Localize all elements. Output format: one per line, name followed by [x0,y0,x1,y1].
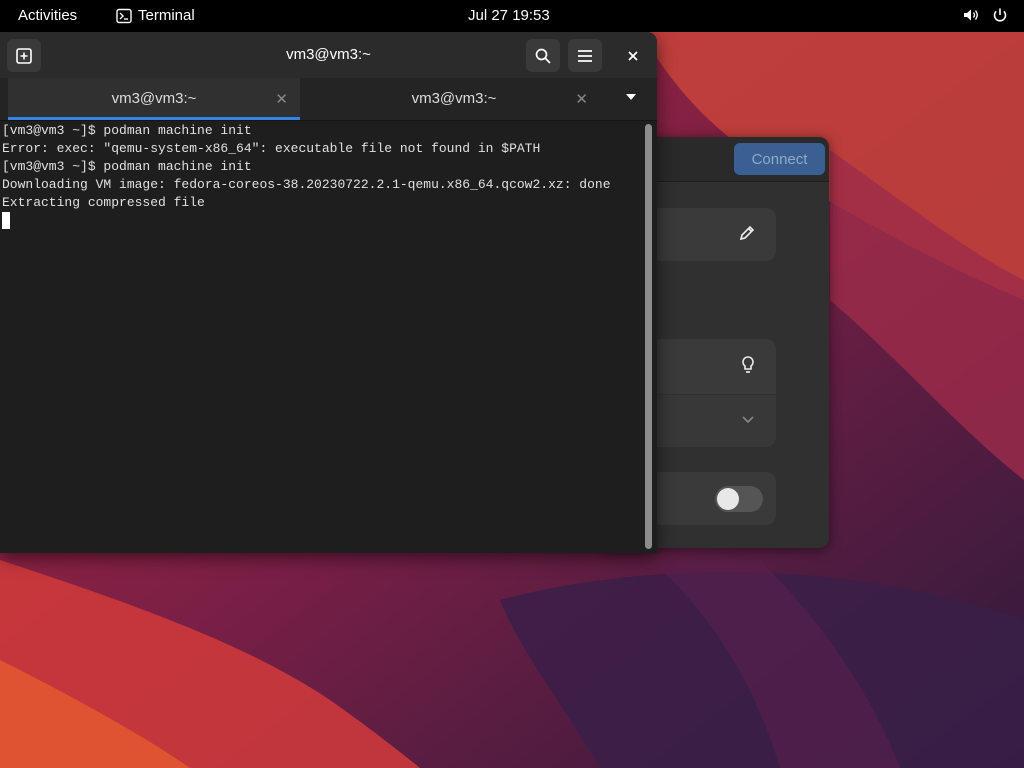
tab-label: vm3@vm3:~ [111,90,197,107]
pencil-icon[interactable] [738,224,756,247]
terminal-headerbar[interactable]: vm3@vm3:~ [0,32,657,78]
top-bar: Activities Terminal Jul 27 19:53 [0,0,1024,32]
terminal-window: vm3@vm3:~ vm3@vm3:~ ✕ vm3@vm3:~ ✕ [vm3@v… [0,32,657,553]
terminal-line: Extracting compressed file [2,195,205,210]
terminal-line: [vm3@vm3 ~]$ podman machine init [2,159,252,174]
app-menu[interactable]: Terminal [116,7,195,24]
toggle-knob [717,488,739,510]
terminal-output[interactable]: [vm3@vm3 ~]$ podman machine init Error: e… [2,122,637,230]
active-tab-indicator [8,117,300,120]
search-icon [535,48,551,64]
lightbulb-icon[interactable] [740,355,756,380]
tab-2[interactable]: vm3@vm3:~ ✕ [308,78,600,120]
tab-1[interactable]: vm3@vm3:~ ✕ [8,78,300,120]
menu-button[interactable] [568,39,602,72]
clock[interactable]: Jul 27 19:53 [468,7,550,24]
tab-close-icon[interactable]: ✕ [275,90,288,108]
hamburger-menu-icon [578,49,592,62]
chevron-down-icon[interactable] [740,411,756,432]
text-cursor [2,212,10,229]
app-name: Terminal [138,7,195,24]
tab-bar: vm3@vm3:~ ✕ vm3@vm3:~ ✕ [0,78,657,121]
activities-button[interactable]: Activities [18,7,77,24]
tab-label: vm3@vm3:~ [411,90,497,107]
tab-close-icon[interactable]: ✕ [575,90,588,108]
terminal-line: Error: exec: "qemu-system-x86_64": execu… [2,141,541,156]
terminal-app-icon [116,8,132,23]
power-icon [993,8,1007,22]
scrollbar[interactable] [645,124,652,549]
volume-icon [964,9,978,21]
connect-button[interactable]: Connect [734,143,825,175]
terminal-line: Downloading VM image: fedora-coreos-38.2… [2,177,611,192]
close-button[interactable] [616,39,650,72]
tab-list-dropdown-icon[interactable] [624,90,638,104]
toggle-switch[interactable] [715,486,763,512]
terminal-line: [vm3@vm3 ~]$ podman machine init [2,123,252,138]
system-menu[interactable] [962,7,1008,23]
search-button[interactable] [526,39,560,72]
close-icon [628,50,638,61]
